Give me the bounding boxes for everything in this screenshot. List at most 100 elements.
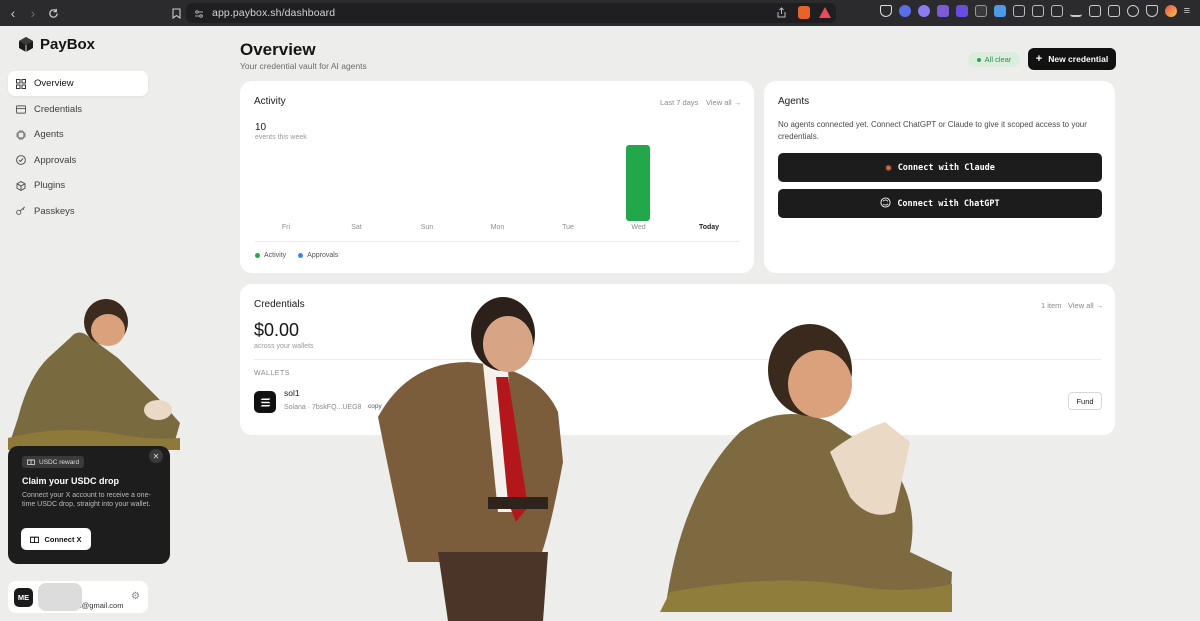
day-label-today: Today [698,224,720,231]
sidebar-item-label: Credentials [34,103,83,115]
legend-label: Activity [264,252,287,259]
activity-bar-wed[interactable] [626,145,650,221]
status-badge: All clear [968,52,1020,67]
connect-chatgpt-button[interactable]: Connect with ChatGPT [778,189,1102,218]
shield-icon[interactable] [879,5,892,17]
paybox-logo-icon [19,37,33,52]
activity-chart [626,145,650,221]
agents-description: No agents connected yet. Connect ChatGPT… [778,120,1087,141]
share-icon[interactable] [776,7,787,21]
activity-divider [255,241,740,242]
user-email: l@gmail.com [38,583,123,620]
download-icon[interactable] [1069,5,1082,17]
close-icon[interactable]: ✕ [149,449,163,463]
back-icon[interactable]: ‹ [3,3,23,23]
reward-badge-label: USDC reward [39,458,80,466]
activity-range-select[interactable]: Last 7 days [660,98,698,107]
standing-figure-image [378,297,563,621]
extension-icon[interactable] [955,5,968,17]
extension-icon[interactable] [917,5,930,17]
extension-icon[interactable] [993,5,1006,17]
url-text: app.paybox.sh/dashboard [212,7,336,19]
legend-dot-icon [255,253,260,258]
legend-dot-icon [298,253,304,258]
new-credential-button[interactable]: + New credential [1028,48,1116,70]
activity-count: 10 [255,122,267,133]
sidebar-item-label: Agents [34,129,64,141]
extension-icon[interactable] [936,5,949,17]
forward-icon[interactable]: › [23,3,43,23]
day-label-mon: Mon [490,224,505,231]
sidebar-nav: Overview Credentials Agents Approvals Pl… [8,71,148,225]
calendar-icon[interactable] [1050,5,1063,17]
agents-card: Agents No agents connected yet. Connect … [764,81,1115,273]
site-settings-icon[interactable] [194,8,204,22]
credentials-view-all-link[interactable]: View all → [1068,301,1103,310]
extension-icon[interactable] [974,5,987,17]
key-icon [16,206,26,216]
user-account-card[interactable]: ME l@gmail.com ⚙ [8,581,148,613]
profile-icon[interactable] [1164,5,1177,17]
credentials-title: Credentials [254,299,305,310]
sidebar-item-approvals[interactable]: Approvals [8,148,148,173]
extension-icon[interactable] [1012,5,1025,17]
menu-icon[interactable]: ≡ [1184,5,1190,17]
wallet-address: Solana · 7bskFQ...UEG8 [284,404,362,411]
day-label-sat: Sat [351,224,362,231]
wallet-name[interactable]: sol1 [284,388,300,398]
legend-item-activity: Activity [255,252,286,259]
activity-view-all-link[interactable]: View all → [706,98,741,107]
new-credential-label: New credential [1048,54,1109,64]
extensions-row: ≡ [879,5,1190,17]
vpn-icon[interactable] [1145,5,1158,17]
usdc-reward-popup: USDC reward ✕ Claim your USDC drop Conne… [8,446,170,564]
extension-icon[interactable] [898,5,911,17]
status-text: All clear [984,55,1012,64]
day-label-wed: Wed [631,224,646,231]
status-dot-icon [976,57,981,62]
email-redaction [38,583,82,611]
avatar: ME [14,588,33,607]
sidebar-item-plugins[interactable]: Plugins [8,173,148,198]
reward-badge: USDC reward [22,456,85,468]
seated-figure-image-right [660,324,952,612]
check-circle-icon [16,155,26,166]
connect-claude-label: Connect with Claude [897,162,995,173]
connect-x-label: Connect X [44,534,82,544]
browser-toolbar: ‹ › app.paybox.sh/dashboard ≡ [0,0,1200,26]
claude-icon: ✺ [885,161,892,174]
legend-item-approvals: Approvals [298,252,338,259]
sidebar-icon[interactable] [1088,5,1101,17]
day-label-tue: Tue [562,224,574,231]
wallets-heading: WALLETS [254,370,290,377]
address-bar[interactable]: app.paybox.sh/dashboard [186,3,836,23]
sidebar-item-label: Overview [34,78,74,89]
sidebar-item-agents[interactable]: Agents [8,122,148,147]
reward-text: Connect your X account to receive a one-… [22,492,151,508]
chip-icon [16,129,26,140]
puzzle-icon[interactable] [1031,5,1044,17]
connect-claude-button[interactable]: ✺ Connect with Claude [778,153,1102,182]
page-title: Overview [240,40,316,59]
gear-icon[interactable]: ⚙ [131,591,140,602]
sidebar-item-credentials[interactable]: Credentials [8,97,148,122]
day-label-fri: Fri [281,224,291,231]
sidebar-item-overview[interactable]: Overview [8,71,148,96]
brand-name: PayBox [40,36,96,53]
legend-label: Approvals [307,252,339,259]
bookmark-icon[interactable] [166,3,186,23]
reload-icon[interactable] [43,3,63,23]
balance-subtitle: across your wallets [254,343,314,350]
activity-card: Activity Last 7 days View all → 10 event… [240,81,754,273]
brave-shield-icon[interactable] [798,6,810,19]
fund-button[interactable]: Fund [1068,392,1102,410]
reward-title: Claim your USDC drop [22,476,120,486]
sidebar-item-passkeys[interactable]: Passkeys [8,199,148,224]
credentials-count: 1 item [1041,301,1062,310]
leo-icon[interactable] [1126,5,1139,17]
rewards-icon[interactable] [819,7,831,18]
brand-logo[interactable]: PayBox [18,36,95,53]
connect-x-button[interactable]: Connect X [21,528,91,550]
sidebar-item-label: Plugins [34,180,66,192]
wallet-icon[interactable] [1107,5,1120,17]
